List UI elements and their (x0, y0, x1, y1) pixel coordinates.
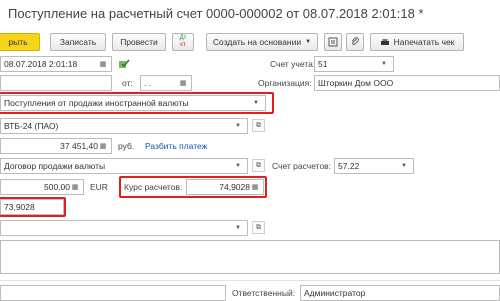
open-icon[interactable]: ⧉ (252, 221, 265, 234)
printer-icon (380, 38, 389, 45)
chevron-down-icon[interactable]: ▼ (232, 159, 244, 173)
chevron-down-icon[interactable]: ▼ (398, 159, 410, 173)
responsible-field[interactable]: Администратор (300, 285, 500, 301)
attachment-icon[interactable] (346, 33, 364, 51)
rate-highlight (119, 176, 267, 198)
chevron-down-icon[interactable]: ▼ (232, 119, 244, 133)
contract-field[interactable]: Договор продажи валюты ▼ (0, 158, 248, 174)
kt-label: кт (180, 42, 186, 48)
comment-area[interactable] (0, 240, 500, 274)
currency-code: EUR (90, 182, 108, 192)
account-label: Счет учета: (270, 59, 316, 69)
dt-label: Дт (179, 35, 187, 41)
chevron-down-icon: ▼ (305, 39, 312, 45)
post-button[interactable]: Провести (112, 33, 166, 51)
print-receipt-button[interactable]: Напечатать чек (370, 33, 464, 51)
account-value: 51 (318, 59, 328, 69)
print-receipt-label: Напечатать чек (393, 37, 455, 47)
footer-comment-field[interactable] (0, 285, 226, 301)
report-icon[interactable] (324, 33, 342, 51)
posted-check-icon (118, 58, 130, 70)
open-icon[interactable]: ⧉ (252, 159, 265, 172)
settlement-account-value: 57.22 (338, 161, 360, 171)
incoming-date-value: . . (144, 78, 152, 88)
split-payment-link[interactable]: Разбить платеж (145, 141, 207, 151)
amount-field[interactable]: 37 451,40 ▦ (0, 138, 112, 154)
window-title: Поступление на расчетный счет 0000-00000… (8, 6, 424, 21)
date-value: 08.07.2018 2:01:18 (4, 59, 78, 69)
chevron-down-icon[interactable]: ▼ (378, 57, 390, 71)
organization-field[interactable]: Шторкин Дом ООО (314, 75, 500, 91)
calculator-icon[interactable]: ▦ (70, 182, 80, 193)
empty-select-field[interactable]: ▼ (0, 220, 248, 236)
currency-unit: руб. (118, 141, 135, 151)
incoming-date-field[interactable]: . . ▦ (140, 75, 192, 91)
dt-kt-button[interactable]: Дт кт (172, 33, 194, 51)
organization-label: Организация: (258, 78, 312, 88)
incoming-number-field[interactable] (0, 75, 112, 91)
calendar-icon[interactable]: ▦ (98, 59, 108, 70)
open-icon[interactable]: ⧉ (252, 119, 265, 132)
responsible-value: Администратор (304, 288, 366, 298)
bank-account-field[interactable]: ВТБ-24 (ПАО) ▼ (0, 118, 248, 134)
date-field[interactable]: 08.07.2018 2:01:18 ▦ (0, 56, 112, 72)
bank-account-value: ВТБ-24 (ПАО) (4, 121, 59, 131)
rate2-highlight (0, 197, 66, 217)
post-and-close-button[interactable]: рыть (0, 33, 40, 51)
create-based-on-label: Создать на основании (212, 37, 302, 47)
responsible-label: Ответственный: (232, 288, 296, 298)
organization-value: Шторкин Дом ООО (318, 78, 394, 88)
account-field[interactable]: 51 ▼ (314, 56, 394, 72)
create-based-on-button[interactable]: Создать на основании ▼ (206, 33, 318, 51)
save-button[interactable]: Записать (50, 33, 106, 51)
operation-highlight (0, 92, 274, 114)
footer-divider (0, 280, 500, 281)
currency-amount-field[interactable]: 500,00 ▦ (0, 179, 84, 195)
currency-amount-value: 500,00 (44, 182, 70, 192)
chevron-down-icon[interactable]: ▼ (232, 221, 244, 235)
from-label: от: (122, 78, 133, 88)
settlement-account-label: Счет расчетов: (272, 161, 332, 171)
calculator-icon[interactable]: ▦ (98, 141, 108, 152)
calendar-icon[interactable]: ▦ (178, 78, 188, 89)
contract-value: Договор продажи валюты (4, 161, 106, 171)
amount-value: 37 451,40 (60, 141, 98, 151)
toolbar: рыть Записать Провести Дт кт Создать на … (0, 32, 500, 52)
settlement-account-field[interactable]: 57.22 ▼ (334, 158, 414, 174)
